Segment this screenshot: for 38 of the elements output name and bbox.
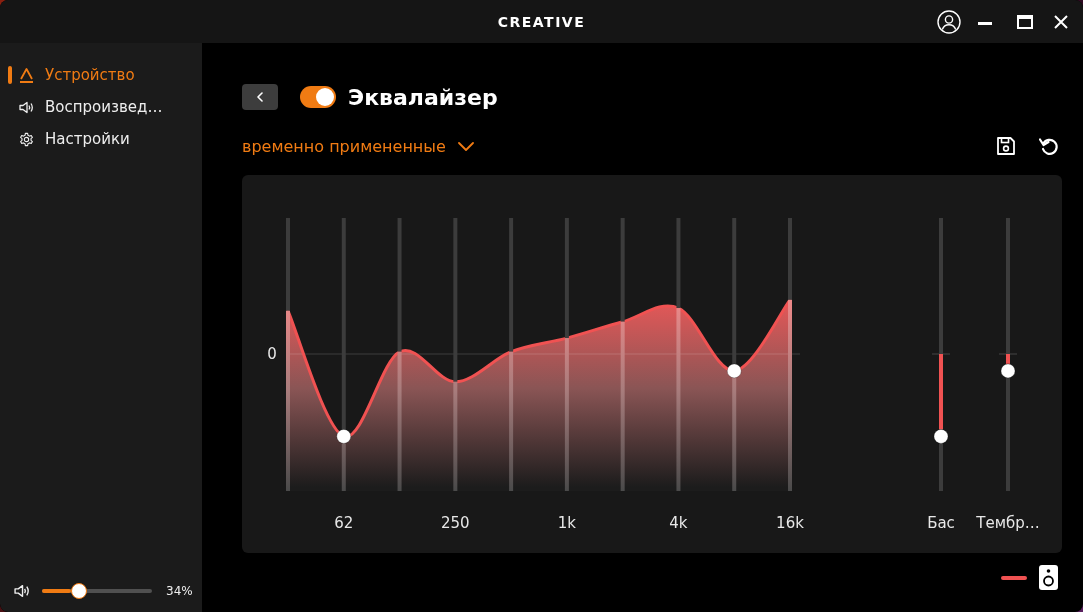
slider-fill — [42, 589, 71, 593]
sidebar-item[interactable]: Устройство — [8, 60, 196, 90]
slider-fill — [341, 443, 346, 491]
frequency-label: 16k — [776, 514, 804, 532]
volume-icon[interactable] — [14, 584, 30, 598]
equalizer-toggle[interactable] — [300, 86, 336, 108]
tone-label: Тембр… — [976, 514, 1040, 532]
sidebar-item[interactable]: Воспроизвед… — [8, 92, 196, 122]
speaker-icon — [19, 100, 34, 114]
zero-label: 0 — [267, 345, 277, 363]
volume-reading: 34% — [166, 584, 193, 598]
gear-icon — [19, 131, 34, 147]
line-legend-icon — [1001, 575, 1027, 580]
preset-dropdown[interactable]: временно примененные — [242, 136, 474, 156]
slider-thumb[interactable] — [71, 583, 88, 599]
slider-fill — [1006, 354, 1010, 364]
chevron-down-icon — [457, 141, 474, 151]
sidebar-item[interactable]: Настройки — [8, 124, 196, 154]
frequency-label: 1k — [557, 514, 576, 532]
triangle-icon — [19, 67, 34, 83]
reset-icon[interactable] — [1039, 136, 1059, 156]
chevron-left-icon — [257, 92, 263, 102]
save-icon[interactable] — [996, 136, 1016, 156]
slider-track[interactable] — [1000, 218, 1016, 491]
frequency-label: 250 — [441, 514, 470, 532]
close-icon[interactable] — [1054, 14, 1068, 29]
logo: CREATIVE — [497, 13, 586, 30]
tone-label: Бас — [927, 514, 955, 532]
user-icon[interactable] — [937, 9, 961, 34]
slider-track[interactable] — [933, 218, 949, 491]
back-button[interactable] — [242, 84, 278, 110]
frequency-label: 62 — [334, 514, 354, 532]
speaker-icon[interactable] — [1039, 565, 1058, 590]
maximize-icon[interactable] — [1017, 14, 1033, 29]
slider-handle[interactable] — [1000, 363, 1016, 379]
slider-handle[interactable] — [933, 428, 949, 444]
frequency-label: 4k — [669, 514, 688, 532]
equalizer-title: Эквалайзер — [348, 84, 498, 110]
